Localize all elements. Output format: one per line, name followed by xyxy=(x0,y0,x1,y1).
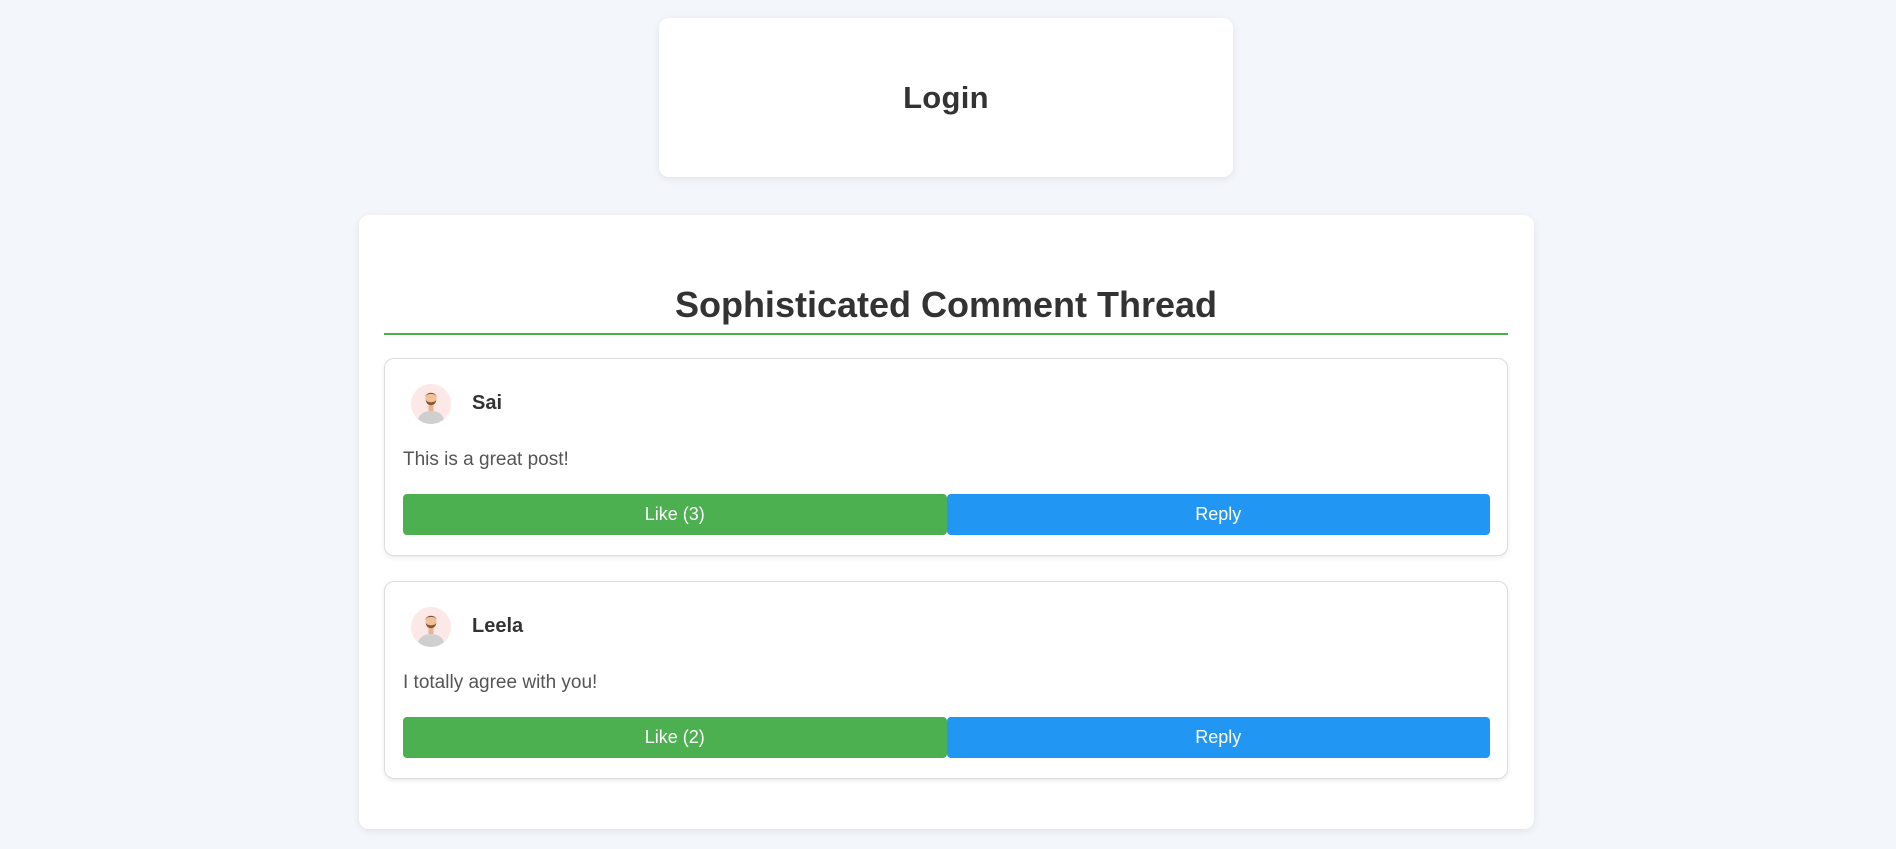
user-avatar-icon xyxy=(411,607,451,647)
user-avatar-icon xyxy=(411,384,451,424)
comment-actions: Like (2) Reply xyxy=(403,717,1490,758)
comment-text: This is a great post! xyxy=(403,449,569,470)
comment-item: Sai This is a great post! Like (3) Reply xyxy=(384,358,1508,556)
comment-username: Leela xyxy=(472,615,524,637)
comment-item: Leela I totally agree with you! Like (2)… xyxy=(384,581,1508,779)
like-button[interactable]: Like (3) xyxy=(403,494,947,535)
comment-thread-card: Sophisticated Comment Thread Sai This is… xyxy=(359,215,1534,829)
comment-username: Sai xyxy=(472,392,503,414)
login-card: Login xyxy=(659,18,1233,177)
like-button[interactable]: Like (2) xyxy=(403,717,947,758)
login-title[interactable]: Login xyxy=(903,80,989,116)
reply-button[interactable]: Reply xyxy=(946,717,1490,758)
comment-text: I totally agree with you! xyxy=(403,672,598,693)
thread-title: Sophisticated Comment Thread xyxy=(384,275,1508,335)
reply-button[interactable]: Reply xyxy=(946,494,1490,535)
comment-actions: Like (3) Reply xyxy=(403,494,1490,535)
